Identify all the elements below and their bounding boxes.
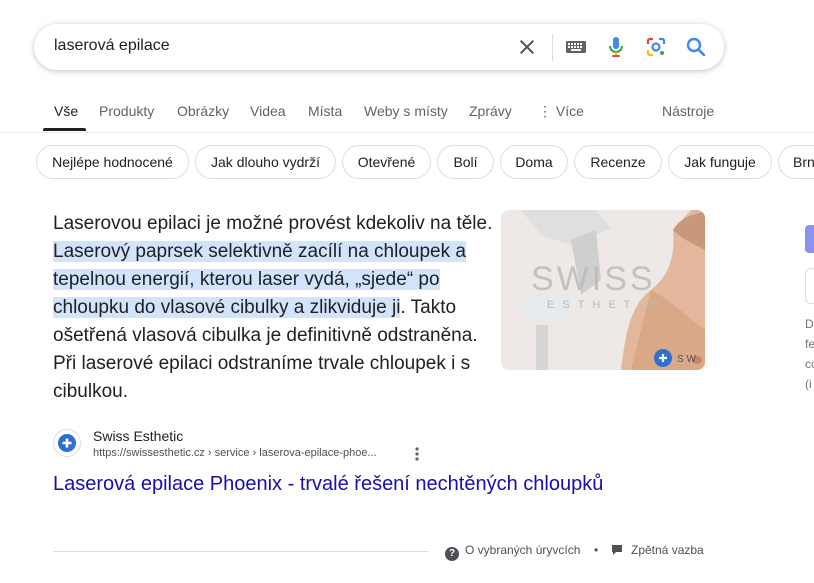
search-tabs: Vše Produkty Obrázky Videa Místa Weby s … <box>0 90 814 133</box>
snippet-divider <box>53 551 428 552</box>
chip-top-rated[interactable]: Nejlépe hodnocené <box>36 145 189 179</box>
tab-more[interactable]: ⋮ Více <box>538 103 584 120</box>
about-snippets-link[interactable]: ? O vybraných úryvcích <box>445 543 580 561</box>
tab-products[interactable]: Produkty <box>99 103 154 119</box>
featured-snippet-text: Laserovou epilaci je možné provést kdeko… <box>53 210 493 406</box>
swiss-cross-icon <box>57 434 77 452</box>
about-snippets-label: O vybraných úryvcích <box>465 543 581 557</box>
chip-how-it-works[interactable]: Jak funguje <box>668 145 772 179</box>
chip-how-long[interactable]: Jak dlouho vydrží <box>195 145 336 179</box>
source-url[interactable]: https://swissesthetic.cz › service › las… <box>93 447 377 459</box>
chip-reviews[interactable]: Recenze <box>574 145 662 179</box>
side-panel-button[interactable] <box>805 225 814 253</box>
tab-videos[interactable]: Videa <box>250 103 286 119</box>
clear-icon[interactable] <box>515 35 539 59</box>
image-watermark: SWISS <box>531 260 656 298</box>
laser-treatment-illustration: SWISS ESTHETIC S W <box>501 210 705 370</box>
side-panel-box[interactable] <box>805 268 814 304</box>
search-input[interactable]: laserová epilace <box>54 37 170 55</box>
result-title-link[interactable]: Laserová epilace Phoenix - trvalé řešení… <box>53 470 613 498</box>
keyboard-icon[interactable] <box>564 35 588 59</box>
tab-news[interactable]: Zprávy <box>469 103 512 119</box>
snippet-part-1: Laserovou epilaci je možné provést kdeko… <box>53 213 493 234</box>
image-watermark-sub: ESTHETIC <box>547 299 665 311</box>
snippet-image[interactable]: SWISS ESTHETIC S W <box>501 210 705 370</box>
active-tab-indicator <box>43 128 86 131</box>
tab-tools[interactable]: Nástroje <box>662 103 714 119</box>
chip-home[interactable]: Doma <box>500 145 568 179</box>
feedback-link[interactable]: Zpětná vazba <box>611 543 704 557</box>
lens-icon[interactable] <box>644 35 668 59</box>
help-icon: ? <box>445 547 459 561</box>
tab-places[interactable]: Místa <box>308 103 342 119</box>
side-panel-text: D fe co (i <box>805 317 814 391</box>
tab-images[interactable]: Obrázky <box>177 103 229 119</box>
tab-all[interactable]: Vše <box>54 103 78 119</box>
chip-pain[interactable]: Bolí <box>437 145 494 179</box>
feedback-flag-icon <box>612 545 622 555</box>
chip-open[interactable]: Otevřené <box>342 145 431 179</box>
search-divider <box>552 34 553 61</box>
site-favicon[interactable] <box>53 429 81 457</box>
feedback-label: Zpětná vazba <box>631 543 704 557</box>
chip-brno[interactable]: Brn <box>778 145 814 179</box>
tab-web-places[interactable]: Weby s místy <box>364 103 448 119</box>
microphone-icon[interactable] <box>604 35 628 59</box>
svg-text:S W: S W <box>677 354 696 365</box>
search-icon[interactable] <box>684 35 708 59</box>
more-options-icon[interactable] <box>409 445 425 463</box>
source-site-name[interactable]: Swiss Esthetic <box>93 428 183 444</box>
search-box[interactable]: laserová epilace <box>34 24 724 70</box>
footer-separator: • <box>594 543 599 557</box>
